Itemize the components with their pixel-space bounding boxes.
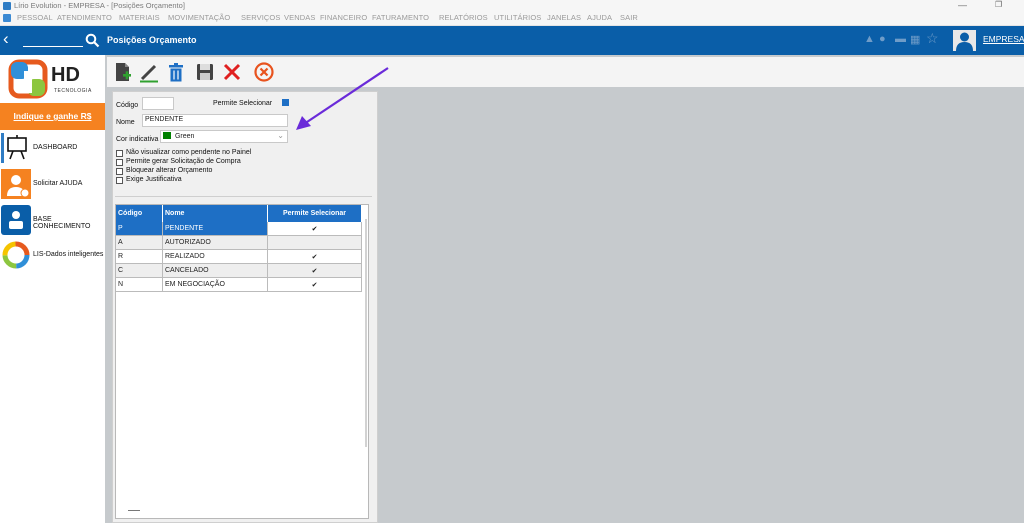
menu-movimentacao[interactable]: MOVIMENTAÇÃO [168,13,230,22]
permite-gerar-label: Permite gerar Solicitação de Compra [126,158,241,165]
presentation-board-icon [1,133,27,163]
window-title: Lírio Evolution - EMPRESA - [Posições Or… [14,1,185,10]
divider [115,196,372,197]
menu-faturamento[interactable]: FATURAMENTO [372,13,429,22]
support-agent-icon [1,169,31,199]
calendar-icon[interactable]: ▦ [910,33,920,46]
cell-nome: CANCELADO [163,264,268,278]
cell-permite: ✔ [268,264,362,278]
vertical-scrollbar[interactable] [365,219,367,447]
promo-button[interactable]: Indique e ganhe R$ [0,103,105,130]
nome-input[interactable]: PENDENTE [142,114,288,127]
sidebar-label-ajuda: Solicitar AJUDA [33,180,83,187]
menu-ajuda[interactable]: AJUDA [587,13,612,22]
menu-utilitarios[interactable]: UTILITÁRIOS [494,13,541,22]
data-ring-icon [2,241,30,269]
exige-justificativa-label: Exige Justificativa [126,176,182,183]
user-silhouette-icon [956,32,973,51]
nao-visualizar-label: Não visualizar como pendente no Painel [126,149,252,156]
column-header-codigo[interactable]: Código [116,205,163,222]
logo-text: HD [51,64,80,86]
sidebar-item-lis-dados[interactable]: LIS-Dados inteligentes [0,240,105,272]
menu-servicos[interactable]: SERVIÇOS [241,13,280,22]
star-icon[interactable]: ☆ [926,30,939,47]
menu-janelas[interactable]: JANELAS [547,13,581,22]
nao-visualizar-checkbox[interactable] [116,150,123,157]
new-document-icon[interactable] [111,61,133,83]
codigo-input[interactable] [142,97,174,110]
menu-sair[interactable]: SAIR [620,13,638,22]
cell-nome: AUTORIZADO [163,236,268,250]
app-header: ‹ Posições Orçamento ▲ ● ▬ ▦ ☆ EMPRESA [0,26,1024,55]
promo-label: Indique e ganhe R$ [13,111,92,121]
cell-nome: REALIZADO [163,250,268,264]
mail-icon[interactable]: ▬ [895,33,906,45]
cell-codigo: P [116,222,163,236]
cell-permite: ✔ [268,278,362,292]
circle-x-icon[interactable] [253,61,275,83]
cell-nome: EM NEGOCIAÇÃO [163,278,268,292]
back-arrow-icon[interactable]: ‹ [3,30,9,48]
cell-permite: ✔ [268,222,362,236]
close-x-icon[interactable] [221,61,243,83]
sidebar-item-base-conhecimento[interactable]: BASE CONHECIMENTO [0,205,105,237]
toolbar [107,57,1024,87]
cell-codigo: A [116,236,163,250]
color-swatch [163,132,171,139]
column-header-permite[interactable]: Permite Selecionar [268,205,362,222]
cor-indicativa-label: Cor indicativa [116,136,159,143]
menu-bar: PESSOAL ATENDIMENTO MATERIAIS MOVIMENTAÇ… [0,12,1024,26]
minimize-icon[interactable]: — [958,0,967,10]
menu-app-icon [3,14,11,22]
sidebar-label-lis-dados: LIS-Dados inteligentes [33,251,104,258]
exige-justificativa-checkbox[interactable] [116,177,123,184]
logo-subtitle: TECNOLOGIA [54,88,92,94]
bell-icon[interactable]: ▲ [864,33,875,45]
window-title-bar: Lírio Evolution - EMPRESA - [Posições Or… [0,0,1024,12]
app-icon [3,2,11,10]
pencil-icon[interactable] [138,61,160,83]
floppy-icon[interactable] [194,61,216,83]
cell-permite: ✔ [268,250,362,264]
annotation-arrow-icon [296,67,389,130]
nome-label: Nome [116,119,135,126]
positions-grid: Código Nome Permite Selecionar P PENDENT… [115,204,369,519]
bloquear-alterar-checkbox[interactable] [116,168,123,175]
sidebar-label-base-conhecimento: BASE CONHECIMENTO [33,216,91,230]
sidebar-item-dashboard[interactable]: DASHBOARD [0,133,105,165]
cell-codigo: R [116,250,163,264]
menu-relatorios[interactable]: RELATÓRIOS [439,13,488,22]
horizontal-scrollbar[interactable] [128,510,140,511]
knowledge-base-icon [1,205,31,235]
cor-indicativa-select[interactable]: Green ⌄ [160,130,288,143]
menu-atendimento[interactable]: ATENDIMENTO [57,13,112,22]
chat-icon[interactable]: ● [879,33,886,45]
cell-permite [268,236,362,250]
cell-codigo: N [116,278,163,292]
cell-codigo: C [116,264,163,278]
avatar[interactable] [953,30,976,51]
cell-nome: PENDENTE [163,222,268,236]
sidebar-label-dashboard: DASHBOARD [33,144,78,151]
permite-selecionar-label: Permite Selecionar [213,100,273,107]
permite-gerar-checkbox[interactable] [116,159,123,166]
trash-icon[interactable] [165,61,187,83]
menu-financeiro[interactable]: FINANCEIRO [320,13,367,22]
sidebar-item-ajuda[interactable]: Solicitar AJUDA [0,169,105,201]
column-header-nome[interactable]: Nome [163,205,268,222]
cor-indicativa-value: Green [174,133,195,140]
restore-icon[interactable]: ❐ [995,0,1002,9]
hd-logo-icon [8,59,48,99]
codigo-label: Código [116,102,139,109]
page-title: Posições Orçamento [107,35,197,45]
bloquear-alterar-label: Bloquear alterar Orçamento [126,167,213,174]
search-icon[interactable] [85,33,100,48]
menu-pessoal[interactable]: PESSOAL [17,13,53,22]
search-input[interactable] [23,46,83,47]
menu-materiais[interactable]: MATERIAIS [119,13,160,22]
menu-vendas[interactable]: VENDAS [284,13,315,22]
user-name-link[interactable]: EMPRESA [983,34,1024,44]
